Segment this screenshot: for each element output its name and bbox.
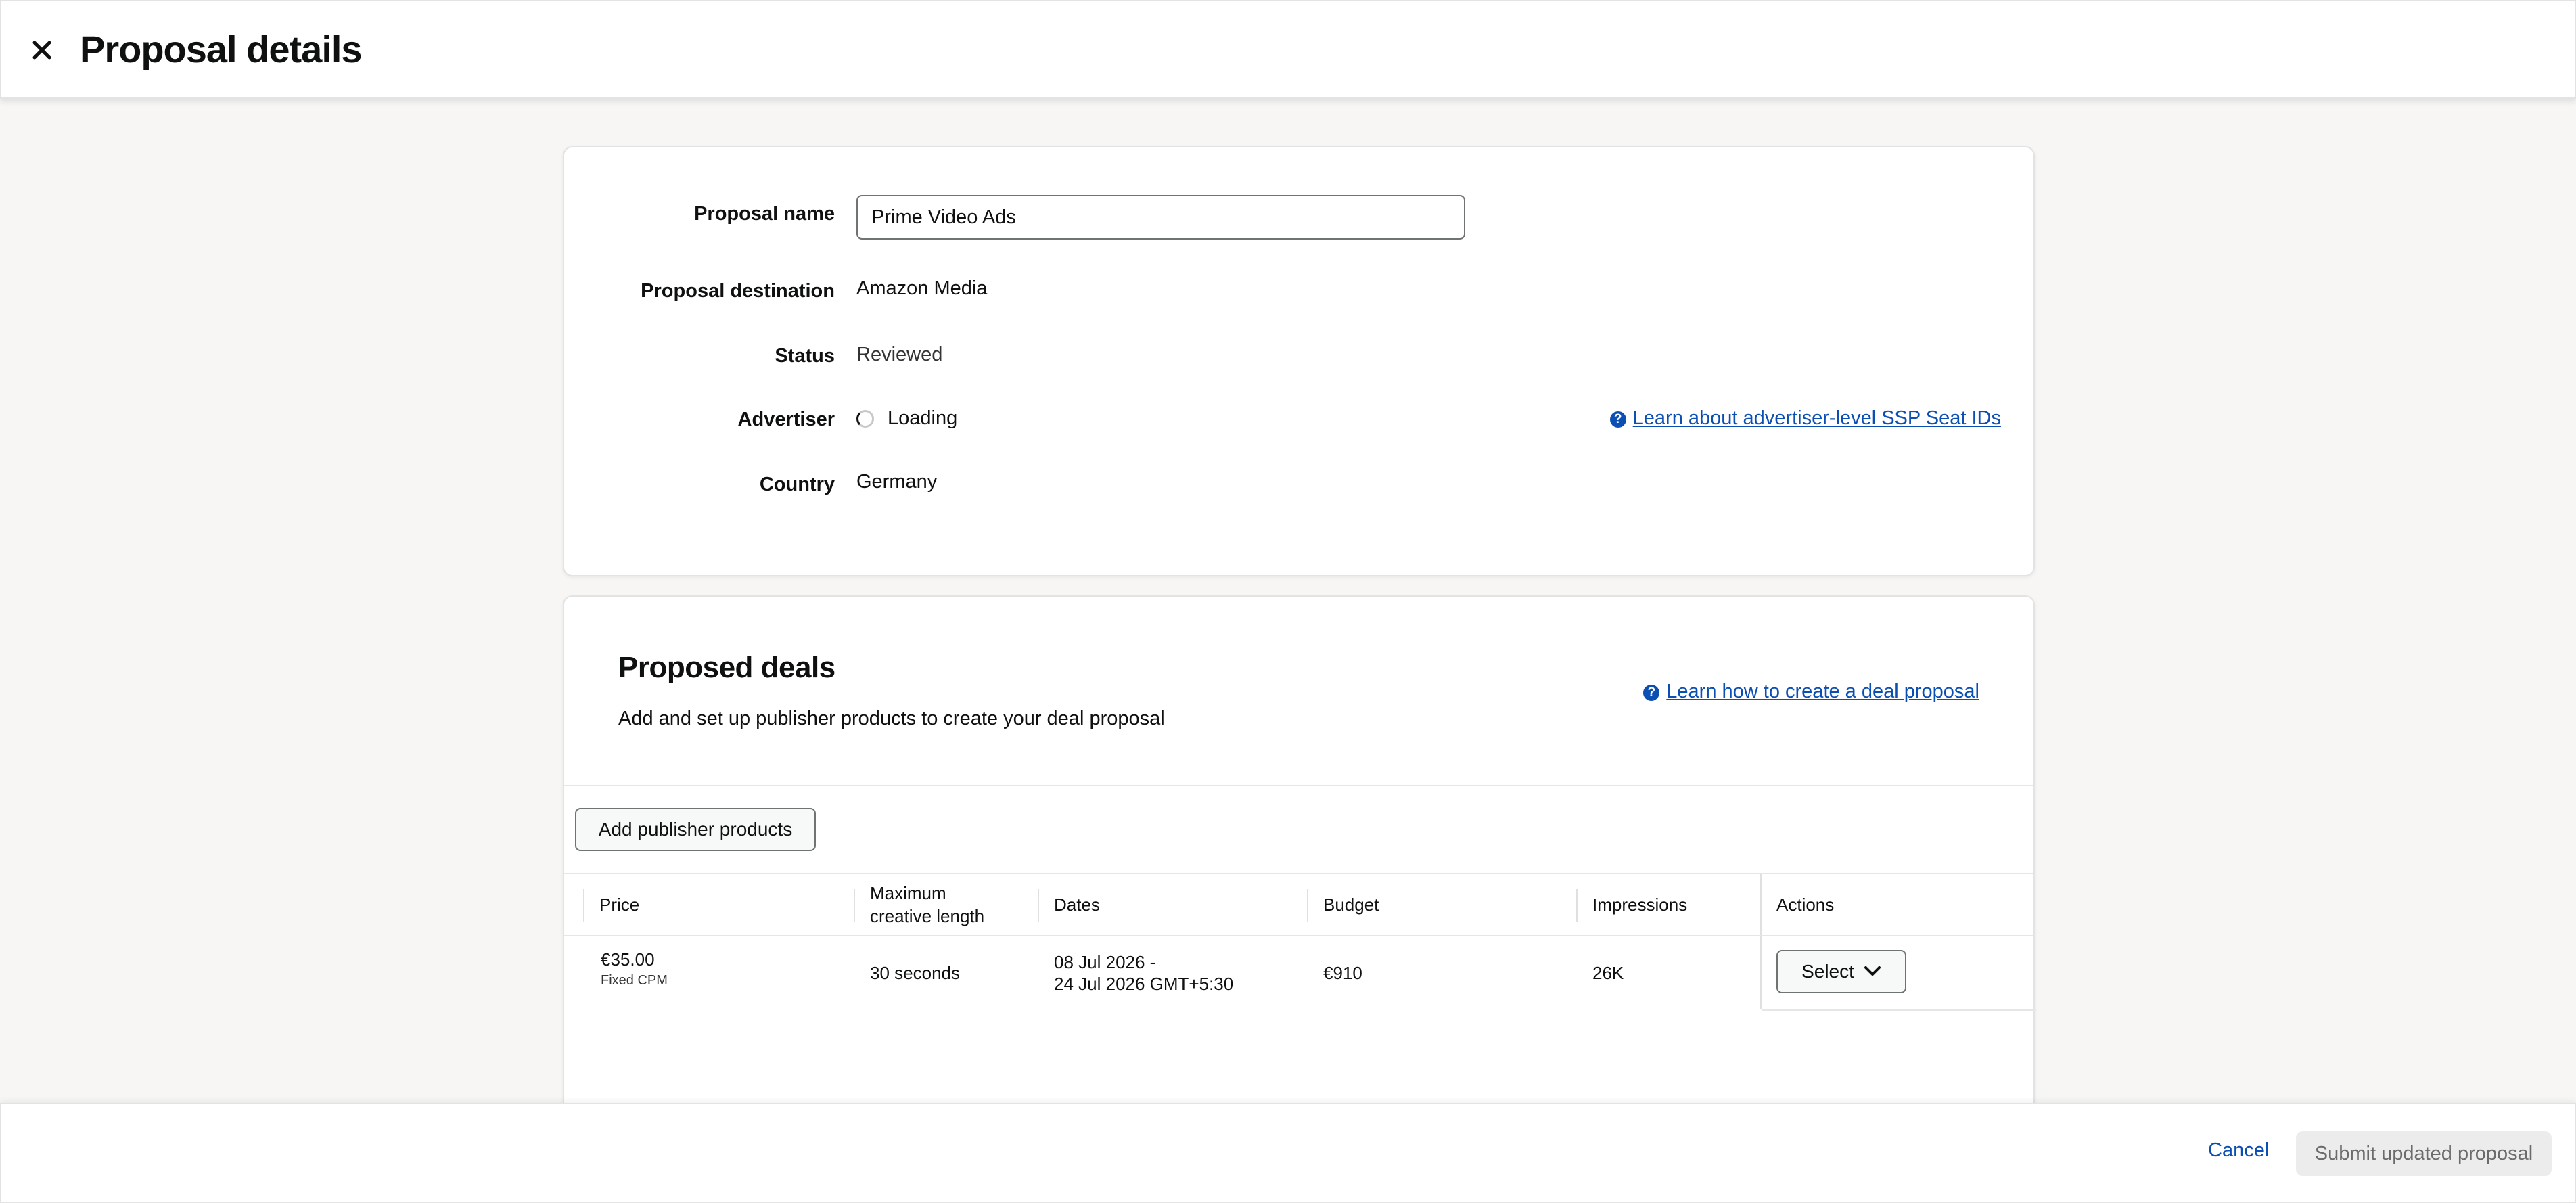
advertiser-loading-text: Loading [888,407,958,429]
column-header-impressions: Impressions [1592,894,1688,915]
cancel-button[interactable]: Cancel [2208,1139,2269,1162]
row-price-type: Fixed CPM [601,973,668,988]
chevron-down-icon [1864,966,1881,976]
submit-updated-proposal-button[interactable]: Submit updated proposal [2296,1131,2552,1176]
advertiser-label: Advertiser [737,409,835,430]
proposal-destination-label: Proposal destination [641,280,835,302]
country-value: Germany [856,471,938,493]
row-dates-cell: 08 Jul 2026 - 24 Jul 2026 GMT+5:30 [1054,951,1233,995]
deal-proposal-help: ? Learn how to create a deal proposal [1643,681,1979,703]
actions-row-divider [1762,1009,2036,1011]
proposal-name-label: Proposal name [694,203,835,225]
column-header-price: Price [599,894,640,915]
row-impressions: 26K [1592,963,1624,983]
status-value: Reviewed [856,344,943,365]
proposal-details-card: Proposal name Proposal destination Amazo… [563,146,2035,576]
create-deal-proposal-link[interactable]: Learn how to create a deal proposal [1666,681,1979,702]
row-date-end: 24 Jul 2026 GMT+5:30 [1054,974,1234,994]
column-header-creative-line1: Maximum [870,883,946,903]
page-header: Proposal details [0,0,2576,99]
column-header-dates: Dates [1054,894,1100,915]
row-select-dropdown[interactable]: Select [1776,950,1906,993]
advertiser-help: ? Learn about advertiser-level SSP Seat I… [1609,407,2001,430]
proposal-name-input[interactable] [856,195,1465,240]
column-header-creative-line2: creative length [870,906,985,926]
column-header-budget: Budget [1323,894,1379,915]
row-price-cell: €35.00 Fixed CPM [601,949,668,991]
deals-table-header: Price Maximum creative length Dates Budg… [564,874,2033,1009]
row-creative-length: 30 seconds [870,963,960,983]
proposed-deals-title: Proposed deals [618,651,835,684]
help-icon: ? [1643,685,1660,701]
page-title: Proposal details [80,28,363,70]
proposal-destination-value: Amazon Media [856,277,988,299]
section-divider [564,785,2033,786]
row-date-start: 08 Jul 2026 - [1054,952,1156,972]
column-header-creative-length: Maximum creative length [855,874,984,935]
advertiser-ssp-seat-link[interactable]: Learn about advertiser-level SSP Seat ID… [1633,407,2001,429]
loading-spinner-icon [856,410,874,428]
status-label: Status [775,345,835,367]
close-button[interactable] [27,35,57,65]
column-header-actions: Actions [1776,894,1835,915]
close-icon[interactable] [32,40,52,60]
help-icon: ? [1609,411,1626,428]
select-label: Select [1801,961,1854,982]
country-label: Country [759,474,835,495]
proposed-deals-subtitle: Add and set up publisher products to cre… [618,708,1165,729]
page-footer: Cancel Submit updated proposal [0,1103,2576,1203]
table-row: €35.00 Fixed CPM 30 seconds 08 Jul 2026 … [564,936,2033,1009]
add-publisher-products-button[interactable]: Add publisher products [575,808,816,851]
row-budget: €910 [1323,963,1362,983]
row-price: €35.00 [601,949,655,970]
